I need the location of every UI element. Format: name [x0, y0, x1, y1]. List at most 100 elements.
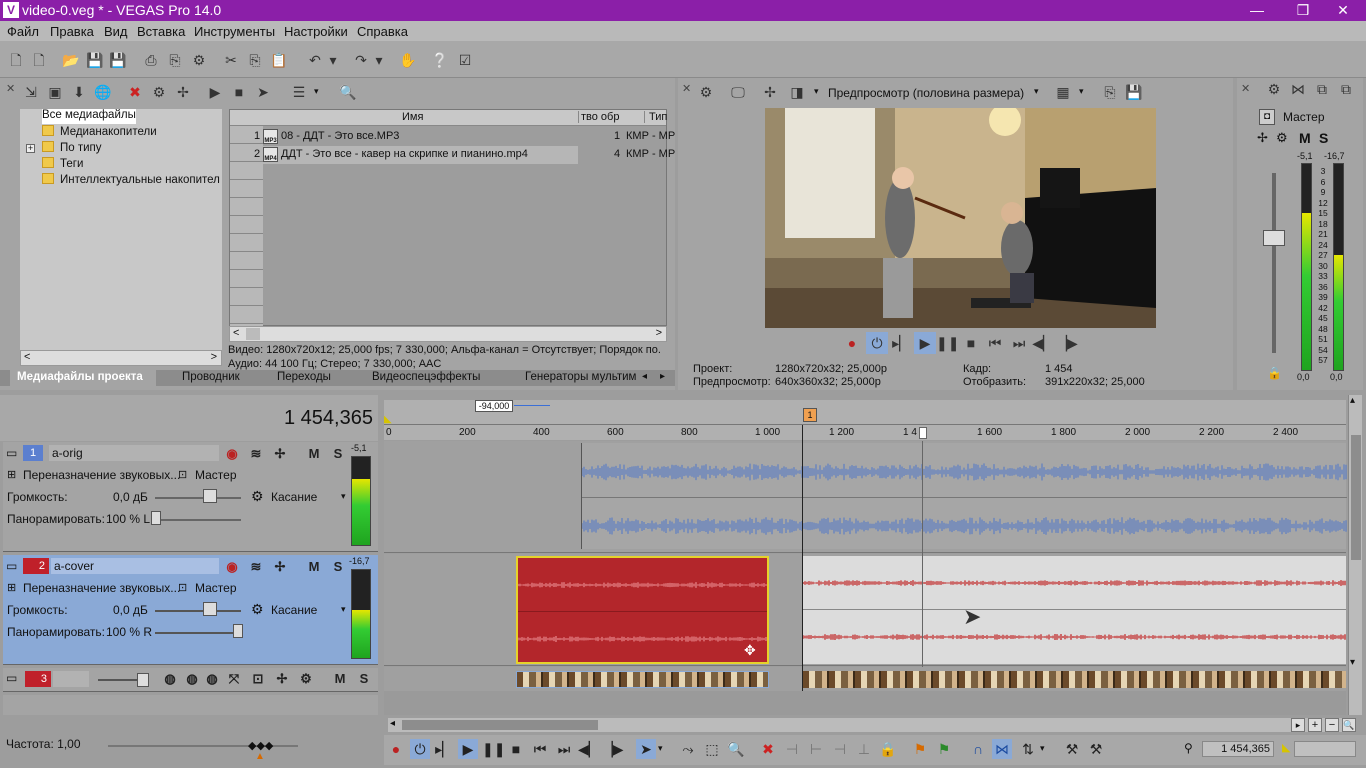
new-template-icon[interactable]: 🗋: [29, 50, 49, 70]
tree-hscrollbar[interactable]: < >: [20, 350, 222, 366]
overlay-icon[interactable]: ◨: [786, 81, 808, 103]
mask-icon[interactable]: ◍: [203, 671, 221, 687]
arm-record-icon[interactable]: ◉: [223, 559, 241, 575]
track-minimize-icon[interactable]: ▭: [6, 671, 17, 685]
zoom-tool-icon[interactable]: 🔍: [726, 739, 746, 759]
selection-tool-icon[interactable]: ⬚: [702, 739, 722, 759]
tree-item-bins[interactable]: Медианакопители: [42, 125, 157, 140]
automation-dropdown-icon[interactable]: ▾: [341, 491, 346, 502]
audio-clip-cover-selected[interactable]: ✥: [516, 556, 769, 664]
ripple-dropdown-icon[interactable]: ▾: [1040, 743, 1045, 754]
undo-icon[interactable]: ↶: [305, 50, 325, 70]
edit-tool-dropdown-icon[interactable]: ▾: [658, 743, 663, 754]
trim-end-icon[interactable]: ⊣: [830, 739, 850, 759]
tab-explorer[interactable]: Проводник: [182, 370, 240, 386]
video-clip[interactable]: [803, 671, 1346, 688]
record-icon[interactable]: ●: [386, 739, 406, 759]
mixer-options-icon[interactable]: ⧉: [1311, 78, 1333, 100]
copy-icon[interactable]: ⎘: [245, 50, 265, 70]
track-motion-icon[interactable]: ⚙: [297, 671, 315, 687]
scroll-thumb[interactable]: [246, 328, 260, 340]
ignore-grouping-icon[interactable]: ⚒: [1086, 739, 1106, 759]
snapping-icon[interactable]: ∩: [968, 739, 988, 759]
play-icon[interactable]: ▶: [914, 332, 936, 354]
timeline-vscrollbar[interactable]: ▴ ▾: [1348, 395, 1362, 715]
panel-close-icon[interactable]: ✕: [6, 82, 15, 95]
tree-item-tags[interactable]: Теги: [42, 157, 83, 172]
redo-icon[interactable]: ↷: [351, 50, 371, 70]
master-fx-icon[interactable]: ⚙: [1276, 130, 1288, 146]
master-solo-button[interactable]: S: [1319, 130, 1328, 146]
automation-mode-icon[interactable]: ⚙: [251, 488, 264, 505]
column-name[interactable]: Имя: [402, 111, 423, 123]
new-icon[interactable]: 🗋: [6, 50, 26, 70]
loop-playback-icon[interactable]: ⏻: [410, 739, 430, 759]
open-icon[interactable]: 📂: [61, 50, 81, 70]
menu-file[interactable]: Файл: [7, 24, 39, 39]
automation-dropdown-icon[interactable]: ▾: [341, 604, 346, 615]
column-type[interactable]: Тип: [644, 111, 667, 123]
trim-icon[interactable]: ⊣: [782, 739, 802, 759]
next-frame-icon[interactable]: ▕▶: [1056, 332, 1078, 354]
motion-blur-icon[interactable]: ◍: [161, 671, 179, 687]
delete-icon[interactable]: ✖: [758, 739, 778, 759]
panel-close-icon[interactable]: ✕: [682, 82, 691, 95]
automation-mode[interactable]: Касание: [271, 490, 317, 504]
redo-dropdown-icon[interactable]: ▾: [373, 50, 385, 70]
tree-item-smart-bins[interactable]: Интеллектуальные накопител: [42, 173, 220, 188]
copy-snapshot-icon[interactable]: ⎘: [1099, 81, 1121, 103]
timeline-ruler[interactable]: ◣ -94,000 1 0 200 400 600 800 1 000 1 20…: [384, 400, 1346, 440]
close-button[interactable]: ✕: [1320, 0, 1366, 21]
panel-close-icon[interactable]: ✕: [1241, 82, 1250, 95]
import-media-icon[interactable]: ⇲: [20, 81, 42, 103]
video-clip-selected[interactable]: [516, 671, 769, 688]
quality-arrow-icon[interactable]: ▾: [1034, 86, 1039, 97]
cursor-position-field[interactable]: 1 454,365: [1202, 741, 1274, 757]
menu-tools[interactable]: Инструменты: [194, 24, 275, 39]
save-as-icon[interactable]: 💾: [108, 50, 128, 70]
remove-media-icon[interactable]: ✖: [124, 81, 146, 103]
vscroll-thumb[interactable]: [1351, 435, 1361, 560]
normal-edit-tool-icon[interactable]: ➤: [636, 739, 656, 759]
audio-clip-cover[interactable]: ➤: [802, 556, 1346, 664]
selection-length-field[interactable]: [1294, 741, 1356, 757]
loop-playback-icon[interactable]: ⏻: [866, 332, 888, 354]
capture-icon[interactable]: ▣: [44, 81, 66, 103]
split-icon[interactable]: ⊥: [854, 739, 874, 759]
menu-view[interactable]: Вид: [104, 24, 128, 39]
insert-region-icon[interactable]: ⚑: [934, 739, 954, 759]
track-minimize-icon[interactable]: ▭: [6, 559, 17, 573]
media-hscrollbar[interactable]: < >: [229, 326, 667, 342]
prev-frame-icon[interactable]: ◀▏: [578, 739, 600, 759]
quality-dropdown-icon[interactable]: ▾: [814, 86, 819, 97]
scroll-left-icon[interactable]: <: [233, 327, 239, 339]
pan-slider[interactable]: [151, 511, 161, 525]
master-mute-button[interactable]: M: [1299, 130, 1311, 146]
tabs-left-icon[interactable]: ◂: [642, 371, 647, 382]
stop-icon[interactable]: ■: [506, 739, 526, 759]
solo-button[interactable]: S: [329, 446, 347, 462]
envelope-tool-icon[interactable]: ⤳: [678, 739, 698, 759]
external-monitor-icon[interactable]: 🖵: [727, 81, 749, 103]
play-media-icon[interactable]: ▶: [204, 81, 226, 103]
search-icon[interactable]: 🔍: [337, 81, 359, 103]
go-to-end-icon[interactable]: ⏭: [554, 739, 574, 759]
undo-dropdown-icon[interactable]: ▾: [327, 50, 339, 70]
master-fader[interactable]: [1263, 230, 1285, 246]
go-to-end-icon[interactable]: ⏭: [1008, 332, 1030, 354]
track-name-field[interactable]: a-orig: [49, 445, 219, 461]
lock-icon[interactable]: 🔒: [878, 739, 898, 759]
pan-crop-icon[interactable]: ⊡: [249, 671, 267, 687]
pause-icon[interactable]: ❚❚: [482, 739, 505, 759]
hscroll-thumb[interactable]: [402, 720, 598, 730]
menu-help[interactable]: Справка: [357, 24, 408, 39]
grid-dropdown-icon[interactable]: ▾: [1079, 86, 1084, 97]
tab-project-media[interactable]: Медиафайлы проекта: [10, 370, 156, 386]
properties-icon[interactable]: ⚙: [189, 50, 209, 70]
zoom-in-icon[interactable]: +: [1308, 718, 1322, 732]
track-name-field[interactable]: [53, 671, 89, 687]
paste-icon[interactable]: 📋: [269, 50, 289, 70]
master-insert-fx-icon[interactable]: ✢: [1257, 130, 1268, 146]
get-media-icon[interactable]: ⬇: [68, 81, 90, 103]
timeline-hscrollbar[interactable]: ◂ ▸: [388, 718, 1348, 732]
